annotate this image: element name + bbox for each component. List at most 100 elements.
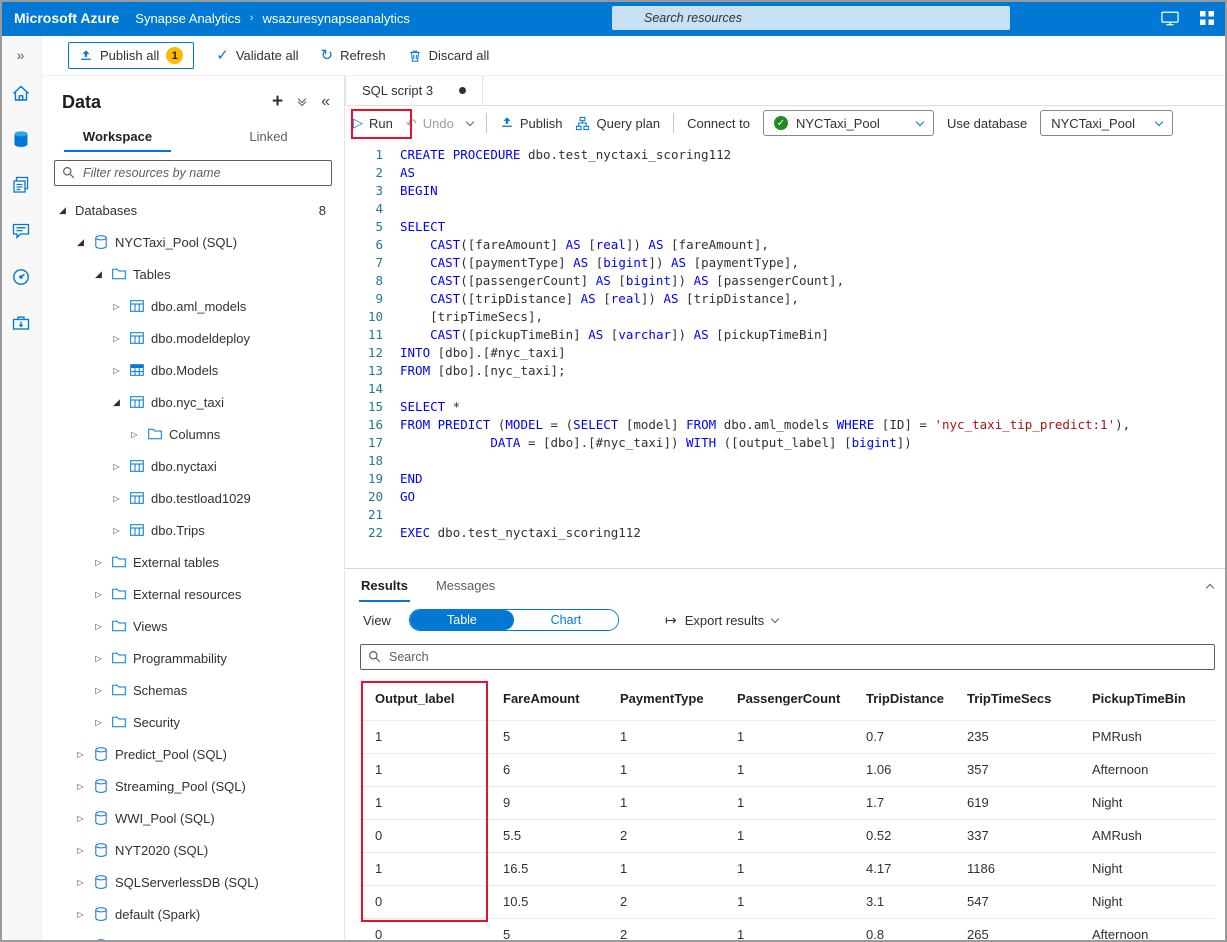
table-row[interactable]: 1 16.5 1 1 4.17 1186 Night [360, 852, 1215, 886]
code-line[interactable] [400, 452, 1223, 470]
undo-dropdown-chevron-icon[interactable] [465, 117, 475, 126]
nav-monitor-button[interactable] [0, 254, 42, 300]
refresh-button[interactable]: ↻ Refresh [320, 48, 385, 63]
collapse-arrow-icon[interactable]: ◢ [74, 237, 87, 248]
tree-item[interactable]: ▷ dbo.aml_models [42, 290, 344, 322]
collapse-arrow-icon[interactable]: ◢ [110, 397, 123, 408]
validate-all-button[interactable]: ✓ Validate all [216, 48, 298, 63]
code-line[interactable]: INTO [dbo].[#nyc_taxi] [400, 344, 1223, 362]
tab-workspace[interactable]: Workspace [42, 120, 193, 152]
expand-arrow-icon[interactable]: ▷ [74, 782, 87, 791]
code-line[interactable]: CREATE PROCEDURE dbo.test_nyctaxi_scorin… [400, 146, 1223, 164]
results-search-input[interactable] [360, 644, 1215, 670]
code-line[interactable] [400, 380, 1223, 398]
column-header[interactable]: TripDistance [851, 678, 952, 721]
tree-item[interactable]: ▷ dbo.testload1029 [42, 482, 344, 514]
expand-arrow-icon[interactable]: ▷ [92, 686, 105, 695]
expand-arrow-icon[interactable]: ▷ [92, 622, 105, 631]
table-row[interactable]: 0 10.5 2 1 3.1 547 Night [360, 885, 1215, 919]
tree-item[interactable]: ▷ Programmability [42, 642, 344, 674]
code-lines[interactable]: CREATE PROCEDURE dbo.test_nyctaxi_scorin… [400, 146, 1223, 542]
export-results-button[interactable]: ↦ Export results [665, 613, 780, 628]
tree-item[interactable]: ▷ Views [42, 610, 344, 642]
view-chart-option[interactable]: Chart [513, 610, 618, 630]
discard-all-button[interactable]: Discard all [408, 48, 489, 63]
code-line[interactable]: SELECT * [400, 398, 1223, 416]
tree-item[interactable]: ▷ dbo.modeldeploy [42, 322, 344, 354]
expand-arrow-icon[interactable]: ▷ [74, 910, 87, 919]
code-line[interactable]: GO [400, 488, 1223, 506]
expand-arrow-icon[interactable]: ▷ [110, 494, 123, 503]
expand-arrow-icon[interactable]: ▷ [128, 430, 141, 439]
azure-brand[interactable]: Microsoft Azure [0, 10, 135, 26]
collapse-results-icon[interactable] [1205, 579, 1215, 594]
expand-rail-icon[interactable]: » [0, 40, 41, 70]
expand-arrow-icon[interactable]: ▷ [74, 878, 87, 887]
filter-resources-input[interactable] [54, 160, 332, 186]
column-header[interactable]: PickupTimeBin [1077, 678, 1215, 721]
nav-home-button[interactable] [0, 70, 42, 116]
undo-button[interactable]: ↶ Undo [406, 116, 454, 131]
table-row[interactable]: 1 6 1 1 1.06 357 Afternoon [360, 753, 1215, 787]
expand-arrow-icon[interactable]: ▷ [110, 334, 123, 343]
collapse-arrow-icon[interactable]: ◢ [92, 269, 105, 280]
tree-item[interactable]: ▷ dbo.Trips [42, 514, 344, 546]
tree-item[interactable]: ◢ NYCTaxi_Pool (SQL) [42, 226, 344, 258]
code-line[interactable]: FROM PREDICT (MODEL = (SELECT [model] FR… [400, 416, 1223, 434]
query-plan-button[interactable]: Query plan [575, 116, 660, 131]
expand-arrow-icon[interactable]: ▷ [92, 718, 105, 727]
column-header[interactable]: PassengerCount [722, 678, 851, 721]
tree-item[interactable]: ▷ External tables [42, 546, 344, 578]
table-row[interactable]: 0 5 2 1 0.8 265 Afternoon [360, 918, 1215, 942]
code-line[interactable]: CAST([pickupTimeBin] AS [varchar]) AS [p… [400, 326, 1223, 344]
code-line[interactable]: CAST([paymentType] AS [bigint]) AS [paym… [400, 254, 1223, 272]
collapse-arrow-icon[interactable]: ◢ [56, 205, 69, 216]
view-table-option[interactable]: Table [409, 610, 514, 630]
search-resources-input[interactable] [612, 6, 1010, 30]
nav-data-button[interactable] [0, 116, 42, 162]
feedback-icon[interactable] [1161, 11, 1179, 26]
code-line[interactable]: CAST([fareAmount] AS [real]) AS [fareAmo… [400, 236, 1223, 254]
code-line[interactable]: FROM [dbo].[nyc_taxi]; [400, 362, 1223, 380]
collapse-panel-icon[interactable]: « [321, 93, 330, 111]
column-header[interactable]: TripTimeSecs [952, 678, 1077, 721]
column-header[interactable]: PaymentType [605, 678, 722, 721]
actions-chevron-icon[interactable] [297, 94, 307, 107]
code-line[interactable] [400, 506, 1223, 524]
tree-item[interactable]: ▷ Columns [42, 418, 344, 450]
tree-item[interactable]: ▷ WWI_Pool (SQL) [42, 802, 344, 834]
tab-linked[interactable]: Linked [193, 120, 344, 152]
table-row[interactable]: 0 5.5 2 1 0.52 337 AMRush [360, 819, 1215, 853]
apps-grid-icon[interactable] [1199, 10, 1215, 26]
tree-item[interactable]: ▷ SQLServerlessDB (SQL) [42, 866, 344, 898]
code-line[interactable]: DATA = [dbo].[#nyc_taxi]) WITH ([output_… [400, 434, 1223, 452]
code-line[interactable]: END [400, 470, 1223, 488]
expand-arrow-icon[interactable]: ▷ [110, 462, 123, 471]
nav-manage-button[interactable] [0, 300, 42, 346]
expand-arrow-icon[interactable]: ▷ [92, 590, 105, 599]
breadcrumb-item-workspace[interactable]: wsazuresynapseanalytics [262, 11, 409, 26]
use-database-dropdown[interactable]: NYCTaxi_Pool [1040, 110, 1174, 136]
publish-button[interactable]: Publish [500, 116, 562, 131]
nav-develop-button[interactable] [0, 162, 42, 208]
expand-arrow-icon[interactable]: ▷ [74, 814, 87, 823]
tab-results[interactable]: Results [359, 569, 410, 602]
code-line[interactable]: AS [400, 164, 1223, 182]
code-line[interactable]: CAST([passengerCount] AS [bigint]) AS [p… [400, 272, 1223, 290]
connect-to-dropdown[interactable]: ✓ NYCTaxi_Pool [762, 110, 934, 136]
tree-item[interactable]: ▷ NYT2020 (SQL) [42, 834, 344, 866]
tab-sql-script-3[interactable]: SQL script 3 [345, 76, 484, 105]
view-toggle[interactable]: Table Chart [408, 609, 619, 631]
code-line[interactable]: EXEC dbo.test_nyctaxi_scoring112 [400, 524, 1223, 542]
tree-item[interactable]: ◢ dbo.nyc_taxi [42, 386, 344, 418]
code-line[interactable] [400, 200, 1223, 218]
expand-arrow-icon[interactable]: ▷ [92, 654, 105, 663]
tree-item[interactable]: ◢ Tables [42, 258, 344, 290]
code-line[interactable]: BEGIN [400, 182, 1223, 200]
code-line[interactable]: [tripTimeSecs], [400, 308, 1223, 326]
expand-arrow-icon[interactable]: ▷ [74, 846, 87, 855]
expand-arrow-icon[interactable]: ▷ [110, 302, 123, 311]
expand-arrow-icon[interactable]: ▷ [110, 366, 123, 375]
column-header[interactable]: Output_label [360, 678, 488, 721]
expand-arrow-icon[interactable]: ▷ [74, 750, 87, 759]
